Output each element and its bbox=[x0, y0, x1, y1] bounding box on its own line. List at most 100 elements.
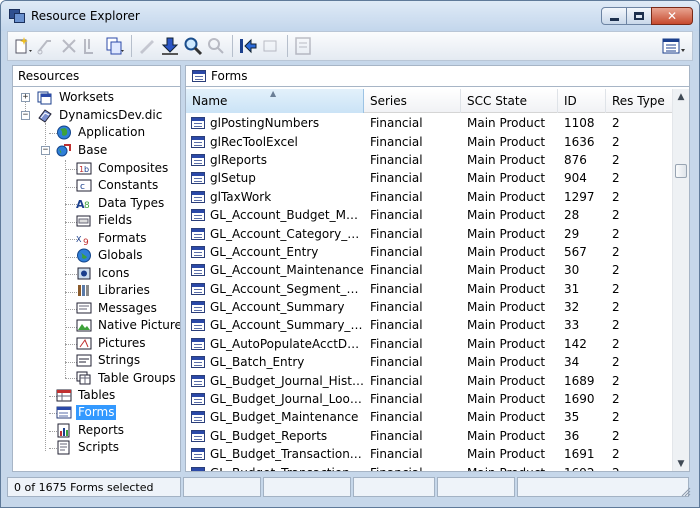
tree-item-tables[interactable]: Tables bbox=[56, 387, 117, 404]
back-button[interactable] bbox=[237, 35, 259, 57]
table-row[interactable]: glReports Financial Main Product 876 2 bbox=[186, 151, 673, 169]
cell-series: Financial bbox=[370, 171, 423, 186]
forms-list[interactable]: Name ▲ Series SCC State ID Res Type glPo… bbox=[185, 87, 690, 472]
cell-id: 36 bbox=[564, 428, 580, 443]
table-row[interactable]: GL_Budget_Transaction_Entry Financial Main… bbox=[186, 445, 673, 463]
column-header-series[interactable]: Series bbox=[364, 89, 461, 113]
cell-series: Financial bbox=[370, 281, 423, 296]
table-row[interactable]: glPostingNumbers Financial Main Product 110… bbox=[186, 114, 673, 132]
new-resource-button[interactable] bbox=[12, 35, 34, 57]
tree-item-worksets[interactable]: Worksets bbox=[37, 89, 116, 106]
tree-item-table-groups[interactable]: Table Groups bbox=[76, 370, 178, 387]
cell-scc-state: Main Product bbox=[467, 244, 546, 259]
column-header-scc-state[interactable]: SCC State bbox=[461, 89, 558, 113]
cell-name: GL_Account_Budget_Maint... bbox=[186, 208, 364, 222]
cell-res-type: 2 bbox=[612, 281, 620, 296]
form-icon bbox=[191, 172, 205, 185]
tree-item-base[interactable]: Base bbox=[56, 142, 109, 159]
form-icon bbox=[191, 356, 205, 369]
table-row[interactable]: GL_Batch_Entry Financial Main Product 34 2 bbox=[186, 353, 673, 371]
table-row[interactable]: glRecToolExcel Financial Main Product 1636 2 bbox=[186, 132, 673, 150]
tree-item-icons[interactable]: Icons bbox=[76, 265, 131, 282]
title-bar[interactable]: Resource Explorer ✕ bbox=[1, 1, 699, 31]
table-row[interactable]: GL_Budget_Journal_Lookup Financial Main Pr… bbox=[186, 390, 673, 408]
find-button[interactable] bbox=[182, 35, 204, 57]
maximize-button[interactable] bbox=[626, 7, 652, 25]
table-row[interactable]: GL_Account_Segment_Restr... Financial Main… bbox=[186, 280, 673, 298]
forward-button[interactable] bbox=[260, 35, 282, 57]
print-button[interactable] bbox=[292, 35, 314, 57]
delete-button[interactable] bbox=[58, 35, 80, 57]
table-row[interactable]: glSetup Financial Main Product 904 2 bbox=[186, 169, 673, 187]
tree-item-application[interactable]: Application bbox=[56, 124, 147, 141]
copy-button[interactable] bbox=[104, 35, 126, 57]
import-button[interactable] bbox=[159, 35, 181, 57]
replace-button[interactable] bbox=[205, 35, 227, 57]
tree-item-data-types[interactable]: A8 Data Types bbox=[76, 195, 166, 212]
base-expander[interactable]: − bbox=[41, 146, 50, 155]
tree-item-messages[interactable]: Messages bbox=[76, 300, 159, 317]
paste-icon bbox=[84, 39, 93, 54]
cut-button[interactable] bbox=[35, 35, 57, 57]
scroll-up-arrow-icon[interactable]: ▲ bbox=[673, 89, 689, 105]
table-row[interactable]: GL_Account_Maintenance Financial Main Prod… bbox=[186, 261, 673, 279]
cell-name: GL_Budget_Journal_Hist_Lo... bbox=[186, 374, 364, 388]
svg-text:X: X bbox=[76, 235, 82, 244]
dictionary-expander[interactable]: − bbox=[21, 111, 30, 120]
close-button[interactable]: ✕ bbox=[651, 7, 693, 25]
resource-explorer-window: Resource Explorer ✕ Resources Forms + Wo… bbox=[0, 0, 700, 508]
tree-item-forms[interactable]: Forms bbox=[56, 404, 117, 421]
table-row[interactable]: glTaxWork Financial Main Product 1297 2 bbox=[186, 188, 673, 206]
table-row[interactable]: GL_Account_Budget_Maint... Financial Main … bbox=[186, 206, 673, 224]
table-row[interactable]: GL_Account_Entry Financial Main Product 567… bbox=[186, 243, 673, 261]
tree-item-formats[interactable]: X9 Formats bbox=[76, 230, 149, 247]
cell-res-type: 2 bbox=[612, 208, 620, 223]
column-header-id[interactable]: ID bbox=[558, 89, 606, 113]
column-header-res-type[interactable]: Res Type bbox=[606, 89, 673, 113]
paste-button[interactable] bbox=[81, 35, 103, 57]
form-icon bbox=[191, 117, 205, 130]
vertical-scrollbar[interactable]: ▲ ▼ bbox=[672, 89, 689, 471]
svg-text:b: b bbox=[84, 165, 89, 174]
table-row[interactable]: GL_Budget_Reports Financial Main Product 36… bbox=[186, 427, 673, 445]
tree-item-dictionary[interactable]: DynamicsDev.dic bbox=[37, 107, 164, 124]
resize-grip-icon[interactable] bbox=[681, 487, 691, 497]
cell-id: 1297 bbox=[564, 189, 595, 204]
data-types-icon: A8 bbox=[76, 198, 90, 211]
table-row[interactable]: GL_Account_Category_Mai... Financial Main … bbox=[186, 224, 673, 242]
column-header-name[interactable]: Name ▲ bbox=[186, 89, 364, 113]
forms-pane-header: Forms bbox=[185, 65, 690, 87]
scroll-down-arrow-icon[interactable]: ▼ bbox=[673, 456, 689, 471]
minimize-button[interactable] bbox=[601, 7, 627, 25]
tree-item-globals[interactable]: Globals bbox=[76, 247, 145, 264]
cell-series: Financial bbox=[370, 410, 423, 425]
table-row[interactable]: GL_Account_Summary Financial Main Product 3… bbox=[186, 298, 673, 316]
tree-item-constants[interactable]: c Constants bbox=[76, 177, 160, 194]
resource-tree[interactable]: + Worksets − DynamicsDev.dic Application… bbox=[12, 87, 181, 472]
scrollbar-thumb[interactable] bbox=[675, 164, 687, 178]
table-row[interactable]: GL_AutoPopulateAcctDesc... Financial Main … bbox=[186, 335, 673, 353]
tree-item-reports[interactable]: Reports bbox=[56, 422, 126, 439]
table-row[interactable]: GL_Account_Summary_Hist... Financial Main … bbox=[186, 316, 673, 334]
cell-res-type: 2 bbox=[612, 263, 620, 278]
table-row[interactable]: GL_Budget_Transaction_Inq...FinancialMai… bbox=[186, 463, 673, 471]
tree-item-composites[interactable]: 1b Composites bbox=[76, 160, 170, 177]
tree-item-fields[interactable]: Fields bbox=[76, 212, 134, 229]
table-row[interactable]: GL_Budget_Maintenance Financial Main Produ… bbox=[186, 408, 673, 426]
tree-item-pictures[interactable]: Pictures bbox=[76, 335, 148, 352]
view-button[interactable] bbox=[661, 36, 685, 58]
cut-icon bbox=[37, 40, 51, 55]
cell-series: Financial bbox=[370, 300, 423, 315]
tree-item-scripts[interactable]: Scripts bbox=[56, 439, 121, 456]
properties-button[interactable] bbox=[136, 35, 158, 57]
form-icon bbox=[191, 153, 205, 166]
tree-item-native-pictures[interactable]: Native Pictures bbox=[76, 317, 180, 334]
base-icon bbox=[56, 144, 71, 157]
tree-item-libraries[interactable]: Libraries bbox=[76, 282, 152, 299]
table-row[interactable]: GL_Budget_Journal_Hist_Lo... Financial Mai… bbox=[186, 371, 673, 389]
cell-scc-state: Main Product bbox=[461, 466, 558, 471]
cell-id: 567 bbox=[564, 244, 587, 259]
cell-id: 904 bbox=[564, 171, 587, 186]
worksets-expander[interactable]: + bbox=[21, 93, 30, 102]
tree-item-strings[interactable]: Strings bbox=[76, 352, 142, 369]
